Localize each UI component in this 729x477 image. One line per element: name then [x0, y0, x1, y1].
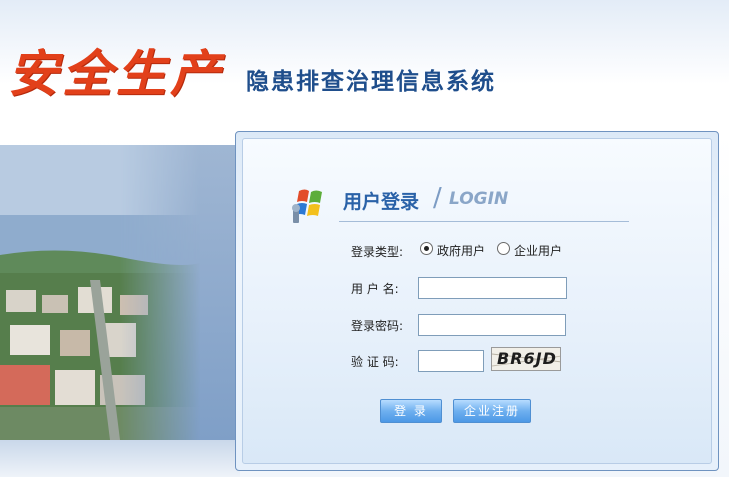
- login-type-row: 登录类型: 政府用户 企业用户: [351, 238, 611, 262]
- windows-flag-icon: [289, 183, 331, 225]
- page-header: 安全生产 隐患排查治理信息系统: [0, 0, 729, 120]
- captcha-label: 验 证 码:: [351, 355, 399, 369]
- radio-enterprise-user-label[interactable]: 企业用户: [514, 242, 562, 259]
- register-button[interactable]: 企业注册: [453, 399, 531, 423]
- captcha-row: 验 证 码:: [351, 348, 611, 372]
- username-input[interactable]: [418, 277, 567, 299]
- login-type-label: 登录类型:: [351, 245, 404, 259]
- username-label: 用 户 名:: [351, 282, 399, 296]
- login-panel: 用户登录 / LOGIN 登录类型: 政府用户 企业用户 用 户 名: 登录密码…: [235, 131, 719, 471]
- title-divider: [339, 221, 629, 222]
- login-title-en: LOGIN: [449, 189, 509, 209]
- password-input[interactable]: [418, 314, 566, 336]
- radio-enterprise-user[interactable]: [497, 242, 510, 255]
- system-title: 隐患排查治理信息系统: [246, 69, 496, 95]
- captcha-image-text: BR6JD: [497, 349, 557, 368]
- username-row: 用 户 名:: [351, 275, 611, 299]
- captcha-input[interactable]: [418, 350, 484, 372]
- radio-gov-user[interactable]: [420, 242, 433, 255]
- captcha-image[interactable]: BR6JD: [491, 347, 561, 371]
- login-title: 用户登录: [343, 191, 420, 213]
- login-title-separator: /: [433, 183, 442, 213]
- password-row: 登录密码:: [351, 312, 611, 336]
- town-photo: [0, 145, 200, 440]
- photo-footer-band: [0, 440, 240, 477]
- photo-band: [0, 145, 240, 440]
- login-button[interactable]: 登 录: [380, 399, 442, 423]
- brand-logo-text: 安全生产: [8, 44, 224, 103]
- radio-gov-user-label[interactable]: 政府用户: [437, 242, 485, 259]
- login-panel-inner: 用户登录 / LOGIN 登录类型: 政府用户 企业用户 用 户 名: 登录密码…: [242, 138, 712, 464]
- password-label: 登录密码:: [351, 319, 404, 333]
